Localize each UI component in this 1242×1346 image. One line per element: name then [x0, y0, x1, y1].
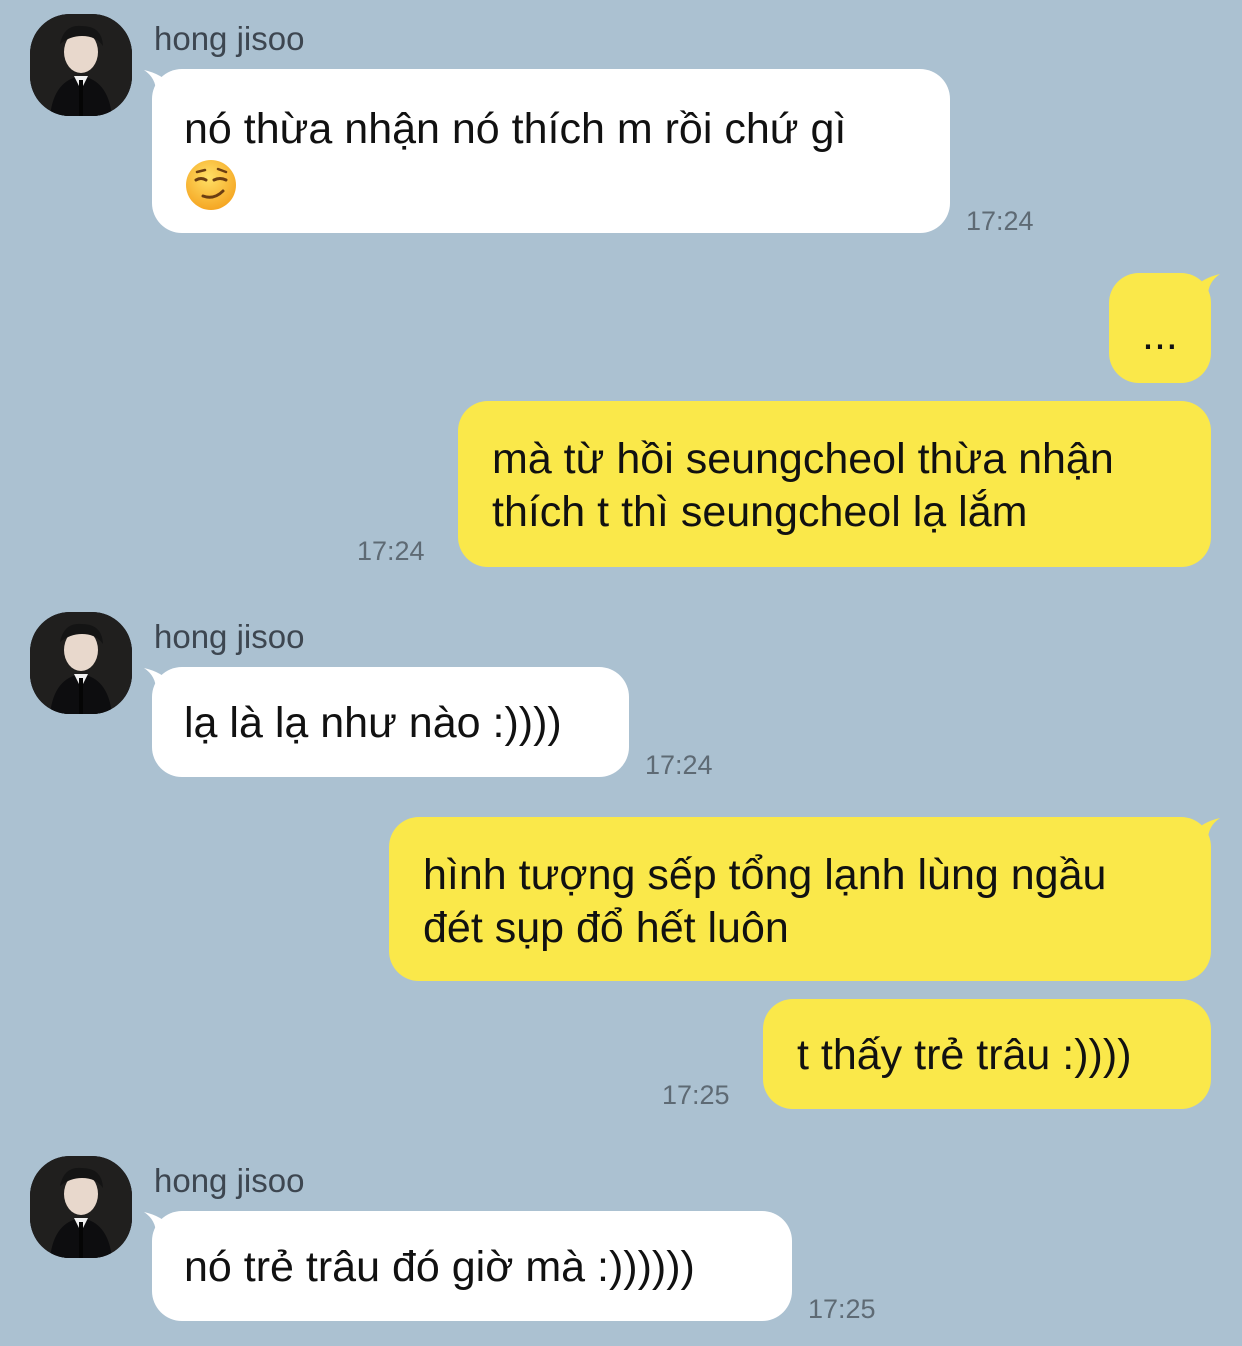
message-bubble[interactable]: lạ là lạ như nào :)))): [152, 667, 629, 777]
message-timestamp: 17:24: [645, 750, 713, 780]
message-text: ...: [1142, 311, 1178, 359]
message-text: t thấy trẻ trâu :)))): [797, 1031, 1132, 1079]
message-text: hình tượng sếp tổng lạnh lùng ngầu đét s…: [423, 851, 1107, 952]
contact-avatar[interactable]: [30, 1156, 132, 1258]
message-text: nó trẻ trâu đó giờ mà :)))))): [184, 1243, 695, 1291]
sender-name: hong jisoo: [154, 20, 305, 57]
message-timestamp: 17:24: [966, 206, 1034, 236]
message-bubble[interactable]: hình tượng sếp tổng lạnh lùng ngầu đét s…: [389, 817, 1211, 981]
message-bubble[interactable]: t thấy trẻ trâu :)))): [763, 999, 1211, 1109]
sender-name: hong jisoo: [154, 1162, 305, 1199]
message-bubble[interactable]: ...: [1109, 273, 1211, 383]
message-text: nó thừa nhận nó thích m rồi chứ gì: [184, 105, 847, 153]
message-bubble[interactable]: nó trẻ trâu đó giờ mà :)))))): [152, 1211, 792, 1321]
message-text: lạ là lạ như nào :)))): [184, 699, 562, 747]
contact-avatar[interactable]: [30, 14, 132, 116]
message-timestamp: 17:25: [808, 1294, 876, 1324]
message-bubble[interactable]: mà từ hồi seungcheol thừa nhận thích t t…: [458, 401, 1211, 567]
message-timestamp: 17:25: [662, 1080, 730, 1110]
sender-name: hong jisoo: [154, 618, 305, 655]
message-text: mà từ hồi seungcheol thừa nhận thích t t…: [492, 435, 1114, 536]
smirking-face-icon: [184, 158, 238, 212]
contact-avatar[interactable]: [30, 612, 132, 714]
message-bubble[interactable]: nó thừa nhận nó thích m rồi chứ gì: [152, 69, 950, 233]
message-timestamp: 17:24: [357, 536, 425, 566]
